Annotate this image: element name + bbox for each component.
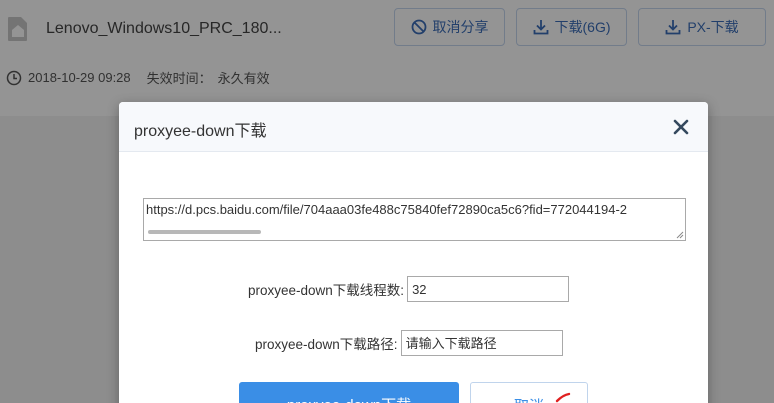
path-row: proxyee-down下载路径: bbox=[255, 330, 563, 356]
download-dialog: proxyee-down下载 https://d.pcs.baidu.com/f… bbox=[119, 102, 708, 403]
red-stroke-mark bbox=[555, 392, 571, 403]
threads-input[interactable] bbox=[407, 276, 570, 302]
proxyee-download-button[interactable]: proxyee-down下载 bbox=[239, 382, 459, 403]
horizontal-scrollbar[interactable] bbox=[148, 230, 261, 234]
close-icon[interactable] bbox=[672, 118, 690, 136]
proxyee-download-label: proxyee-down下载 bbox=[287, 394, 411, 403]
dialog-title: proxyee-down下载 bbox=[134, 123, 267, 140]
download-url: https://d.pcs.baidu.com/file/704aaa03fe4… bbox=[146, 202, 628, 217]
dialog-header: proxyee-down下载 bbox=[119, 102, 708, 152]
resize-grip-icon[interactable] bbox=[676, 231, 684, 239]
threads-row: proxyee-down下载线程数: bbox=[248, 276, 570, 302]
threads-label: proxyee-down下载线程数: bbox=[248, 283, 405, 298]
download-url-textarea[interactable]: https://d.pcs.baidu.com/file/704aaa03fe4… bbox=[143, 198, 686, 241]
path-label: proxyee-down下载路径: bbox=[255, 337, 398, 352]
path-input[interactable] bbox=[400, 330, 563, 356]
cancel-label: 取消 bbox=[514, 395, 544, 403]
